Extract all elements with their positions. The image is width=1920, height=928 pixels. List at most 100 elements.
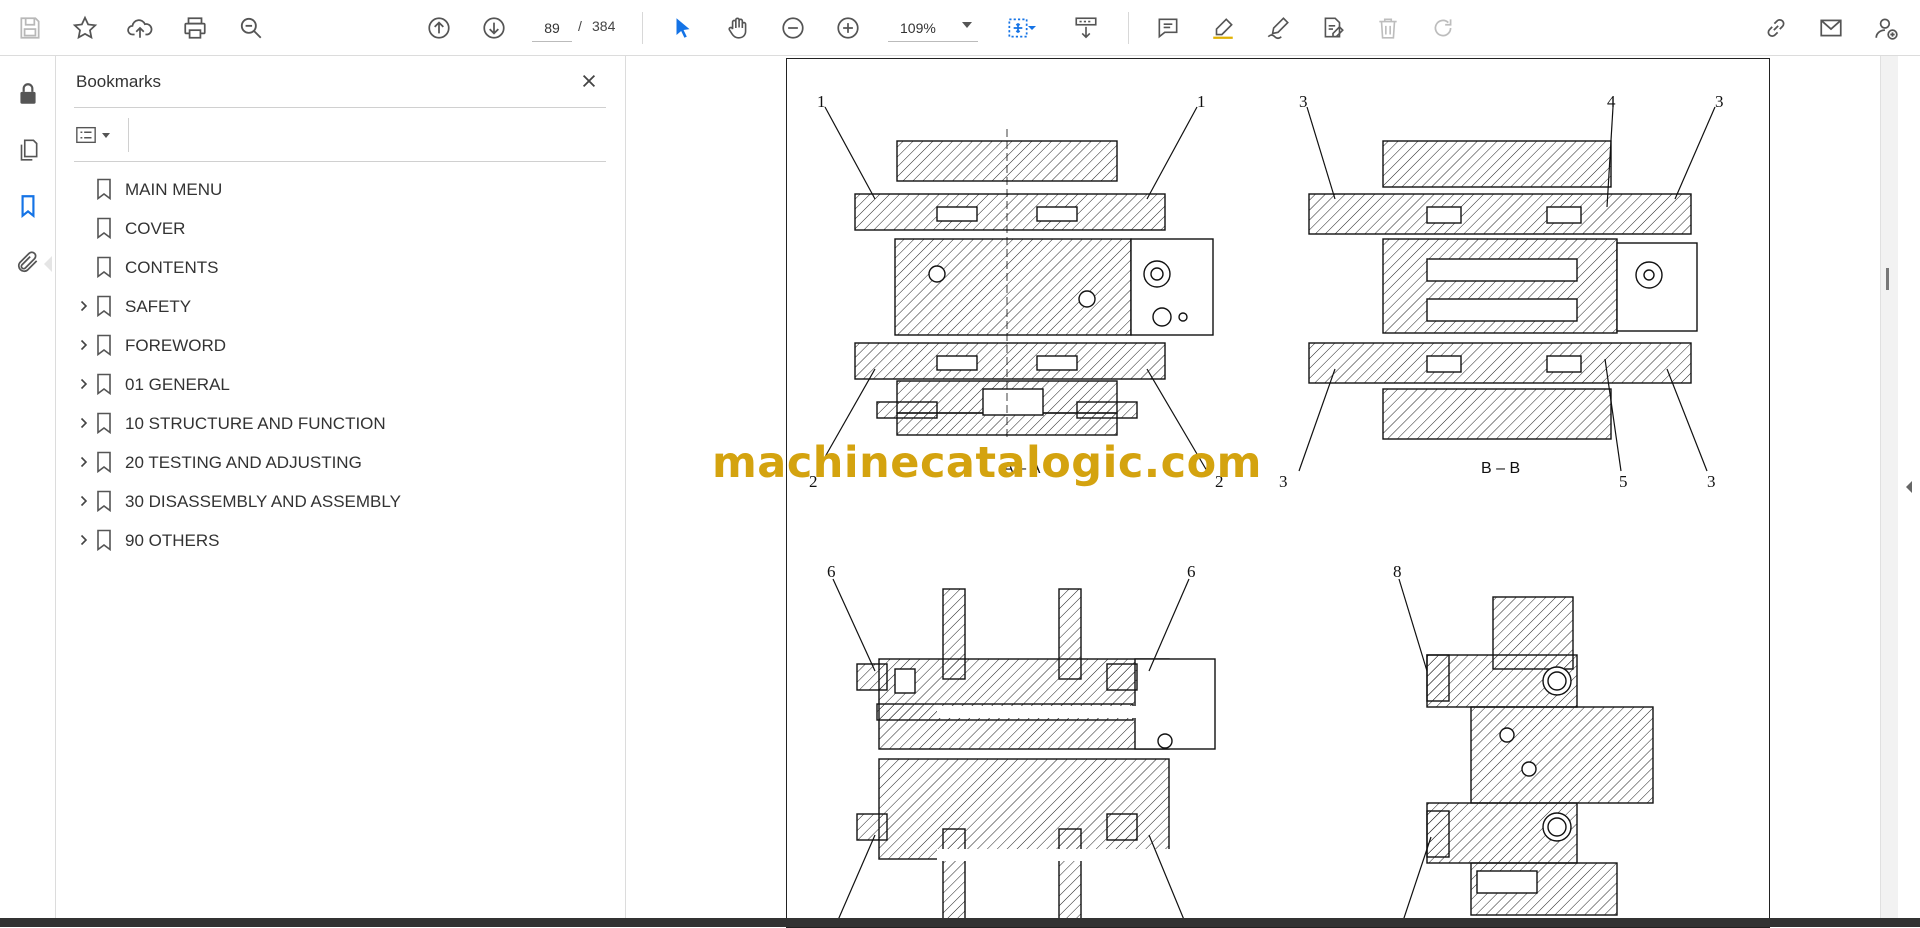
toolbar: / 384 109% bbox=[0, 0, 1920, 56]
bookmark-icon bbox=[95, 529, 113, 552]
attachment-icon[interactable] bbox=[12, 246, 44, 278]
callout-3-bottom-left: 3 bbox=[1279, 472, 1288, 491]
bookmark-label: 30 DISASSEMBLY AND ASSEMBLY bbox=[125, 492, 401, 511]
watermark-text: machinecatalogic.com bbox=[712, 438, 1262, 488]
zoom-in-icon[interactable] bbox=[830, 10, 866, 46]
share-link-icon[interactable] bbox=[1758, 10, 1794, 46]
bookmark-item[interactable]: 10 STRUCTURE AND FUNCTION bbox=[74, 404, 606, 443]
bookmark-label: SAFETY bbox=[125, 297, 192, 316]
bookmark-label: CONTENTS bbox=[125, 258, 219, 277]
bookmark-icon bbox=[95, 334, 113, 357]
bookmark-item[interactable]: COVER bbox=[74, 209, 606, 248]
comment-icon[interactable] bbox=[1150, 10, 1186, 46]
next-page-icon[interactable] bbox=[476, 10, 512, 46]
page-separator: / bbox=[578, 18, 582, 34]
callout-5: 5 bbox=[1619, 472, 1628, 491]
bookmark-icon bbox=[95, 412, 113, 435]
fit-page-dropdown-icon[interactable] bbox=[1024, 10, 1040, 46]
section-b-caption: B – B bbox=[1481, 460, 1520, 477]
bookmark-item[interactable]: 01 GENERAL bbox=[74, 365, 606, 404]
trash-icon[interactable] bbox=[1370, 10, 1406, 46]
callout-1-left: 1 bbox=[817, 92, 826, 111]
save-icon[interactable] bbox=[12, 10, 48, 46]
active-panel-indicator bbox=[44, 256, 52, 272]
page-thumbnails-icon[interactable] bbox=[12, 134, 44, 166]
highlight-icon[interactable] bbox=[1205, 10, 1241, 46]
chevron-right-icon[interactable] bbox=[74, 491, 94, 511]
bookmark-label: 90 OTHERS bbox=[125, 531, 220, 550]
bookmark-label: 10 STRUCTURE AND FUNCTION bbox=[125, 414, 386, 433]
callout-lines-d bbox=[1398, 578, 1432, 927]
list-options-icon bbox=[76, 126, 96, 144]
find-icon[interactable] bbox=[233, 10, 269, 46]
bookmark-label: COVER bbox=[125, 219, 186, 238]
chevron-right-icon[interactable] bbox=[74, 530, 94, 550]
chevron-right-icon[interactable] bbox=[74, 335, 94, 355]
print-icon[interactable] bbox=[177, 10, 213, 46]
section-b-view bbox=[1308, 140, 1698, 440]
bookmark-icon bbox=[95, 178, 113, 201]
chevron-right-icon[interactable] bbox=[74, 413, 94, 433]
page-total: 384 bbox=[592, 18, 616, 34]
bookmark-item[interactable]: FOREWORD bbox=[74, 326, 606, 365]
redo-icon[interactable] bbox=[1425, 10, 1461, 46]
valve-cross-section-drawing: 1 1 2 2 A – A 3 3 4 3 3 5 B – B 6 6 8 bbox=[809, 92, 1724, 927]
zoom-out-icon[interactable] bbox=[775, 10, 811, 46]
divider bbox=[128, 118, 129, 152]
bookmark-label: 01 GENERAL bbox=[125, 375, 230, 394]
chevron-right-icon[interactable] bbox=[74, 296, 94, 316]
edit-text-icon[interactable] bbox=[1315, 10, 1351, 46]
bookmark-label: FOREWORD bbox=[125, 336, 227, 355]
email-icon[interactable] bbox=[1813, 10, 1849, 46]
scrollbar-thumb[interactable] bbox=[1886, 268, 1889, 290]
draw-icon[interactable] bbox=[1260, 10, 1296, 46]
callout-8: 8 bbox=[1393, 562, 1402, 581]
left-nav-rail bbox=[0, 56, 56, 918]
hand-tool-icon[interactable] bbox=[720, 10, 756, 46]
callout-1-right: 1 bbox=[1197, 92, 1206, 111]
upload-icon[interactable] bbox=[122, 10, 158, 46]
bookmark-item[interactable]: 90 OTHERS bbox=[74, 521, 606, 560]
chevron-right-icon[interactable] bbox=[74, 374, 94, 394]
bookmark-list: MAIN MENU COVER CONTENTS SAFETY FOREWORD 01 G… bbox=[74, 170, 606, 560]
status-strip bbox=[0, 918, 1920, 927]
bookmark-icon bbox=[95, 217, 113, 240]
callout-4: 4 bbox=[1607, 92, 1616, 111]
bookmark-icon bbox=[95, 256, 113, 279]
bookmark-item[interactable]: CONTENTS bbox=[74, 248, 606, 287]
bookmark-icon bbox=[95, 451, 113, 474]
bookmark-item[interactable]: 30 DISASSEMBLY AND ASSEMBLY bbox=[74, 482, 606, 521]
bookmark-icon bbox=[95, 373, 113, 396]
expand-right-panel-arrow-icon[interactable] bbox=[1904, 480, 1914, 496]
star-icon[interactable] bbox=[67, 10, 103, 46]
vertical-scrollbar[interactable] bbox=[1880, 56, 1898, 918]
callout-lines-c bbox=[832, 578, 1190, 927]
callout-6-left: 6 bbox=[827, 562, 836, 581]
zoom-value: 109% bbox=[900, 19, 936, 36]
bookmark-item[interactable]: 20 TESTING AND ADJUSTING bbox=[74, 443, 606, 482]
toolbar-divider bbox=[642, 12, 643, 44]
document-page: 1 1 2 2 A – A 3 3 4 3 3 5 B – B 6 6 8 bbox=[786, 58, 1770, 928]
section-d-view bbox=[1426, 596, 1654, 916]
bookmark-options-button[interactable] bbox=[74, 120, 120, 150]
toolbar-divider bbox=[1128, 12, 1129, 44]
bookmarks-panel: Bookmarks MAIN MENU COVER CONTENTS SAFETY FO… bbox=[56, 56, 626, 918]
close-icon[interactable] bbox=[576, 68, 602, 94]
previous-page-icon[interactable] bbox=[421, 10, 457, 46]
callout-3-top-left: 3 bbox=[1299, 92, 1308, 111]
section-c-view bbox=[856, 588, 1216, 927]
bookmark-icon bbox=[95, 295, 113, 318]
chevron-right-icon[interactable] bbox=[74, 452, 94, 472]
divider bbox=[74, 161, 606, 162]
add-user-icon[interactable] bbox=[1868, 10, 1904, 46]
bookmark-item[interactable]: MAIN MENU bbox=[74, 170, 606, 209]
bookmark-icon[interactable] bbox=[12, 190, 44, 222]
lock-icon[interactable] bbox=[12, 78, 44, 110]
bookmark-label: MAIN MENU bbox=[125, 180, 223, 199]
bookmark-item[interactable]: SAFETY bbox=[74, 287, 606, 326]
page-number-input[interactable] bbox=[532, 14, 572, 42]
bookmark-icon bbox=[95, 490, 113, 513]
scroll-mode-icon[interactable] bbox=[1068, 10, 1104, 46]
zoom-dropdown[interactable]: 109% bbox=[888, 14, 978, 42]
select-arrow-icon[interactable] bbox=[665, 10, 701, 46]
